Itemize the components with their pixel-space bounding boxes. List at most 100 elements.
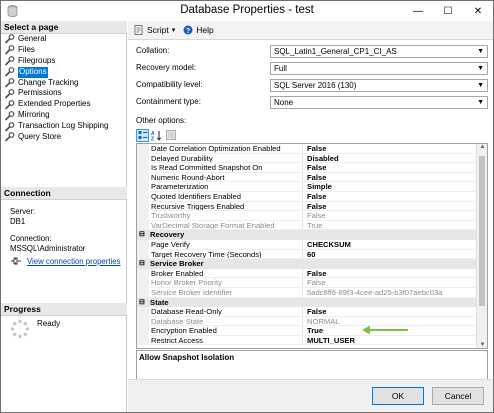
cancel-button[interactable]: Cancel: [432, 387, 484, 405]
row-gutter: [137, 239, 149, 250]
property-row[interactable]: Service Broker Identifier 5adc8ff6-89f3-4…: [137, 287, 487, 298]
property-row[interactable]: VarDecimal Storage Format Enabled True: [137, 220, 487, 231]
property-row[interactable]: Parameterization Simple: [137, 182, 487, 192]
property-value[interactable]: False: [305, 173, 477, 183]
property-row[interactable]: Database State NORMAL: [137, 316, 487, 327]
collation-label: Collation:: [136, 46, 170, 55]
property-grid-scrollbar[interactable]: ▲ ▼: [476, 144, 487, 348]
scroll-down-icon[interactable]: ▼: [477, 342, 487, 348]
property-row[interactable]: Broker Enabled False: [137, 268, 487, 279]
property-row[interactable]: Trustworthy False: [137, 211, 487, 221]
property-value[interactable]: False: [305, 163, 477, 173]
property-pages-icon: [165, 130, 176, 140]
page-item-mirroring[interactable]: Mirroring: [1, 110, 127, 121]
page-item-query-store[interactable]: Query Store: [1, 132, 127, 143]
page-item-files[interactable]: Files: [1, 45, 127, 56]
property-name: Is Read Committed Snapshot On: [150, 163, 303, 173]
property-row[interactable]: Honor Broker Priority False: [137, 278, 487, 288]
progress-status: Ready: [10, 319, 60, 339]
page-item-transaction-log-shipping[interactable]: Transaction Log Shipping: [1, 121, 127, 132]
property-category-state[interactable]: ⊟ State: [137, 297, 487, 308]
property-value[interactable]: False: [305, 307, 477, 317]
property-row[interactable]: Page Verify CHECKSUM: [137, 239, 487, 250]
collapse-icon[interactable]: ⊟: [139, 230, 145, 240]
property-row[interactable]: Delayed Durability Disabled: [137, 153, 487, 164]
property-value[interactable]: False: [305, 202, 477, 212]
compatibility-level-select[interactable]: SQL Server 2016 (130) ▼: [270, 79, 488, 92]
row-gutter: [137, 172, 149, 183]
wrench-icon: [4, 88, 15, 99]
property-row[interactable]: Date Correlation Optimization Enabled Fal…: [137, 144, 487, 154]
script-button[interactable]: Script ▾: [134, 25, 175, 35]
page-item-change-tracking[interactable]: Change Tracking: [1, 78, 127, 89]
view-connection-row[interactable]: View connection properties: [10, 256, 120, 266]
row-gutter: [137, 163, 149, 173]
property-category-label: Service Broker: [150, 259, 204, 269]
ok-button[interactable]: OK: [372, 387, 424, 405]
close-button[interactable]: ✕: [463, 1, 493, 21]
script-dropdown-icon[interactable]: ▾: [172, 26, 176, 34]
server-value: DB1: [10, 217, 26, 226]
property-value[interactable]: 60: [305, 250, 477, 260]
row-gutter: [137, 153, 149, 164]
property-name: Service Broker Identifier: [150, 287, 303, 298]
property-row[interactable]: Is Read Committed Snapshot On False: [137, 163, 487, 173]
property-grid[interactable]: Date Correlation Optimization Enabled Fal…: [136, 143, 488, 349]
collation-select[interactable]: SQL_Latin1_General_CP1_CI_AS ▼: [270, 45, 488, 58]
property-category-service-broker[interactable]: ⊟ Service Broker: [137, 259, 487, 269]
property-value[interactable]: False: [305, 211, 477, 221]
server-label: Server:: [10, 207, 36, 216]
title-bar[interactable]: Database Properties - test — ☐ ✕: [1, 1, 493, 21]
help-button[interactable]: ? Help: [183, 25, 214, 35]
categorized-sort-button[interactable]: [136, 128, 149, 142]
property-row[interactable]: Restrict Access MULTI_USER: [137, 335, 487, 346]
page-item-label: Transaction Log Shipping: [18, 121, 109, 131]
page-item-extended-properties[interactable]: Extended Properties: [1, 99, 127, 110]
page-item-options[interactable]: Options: [1, 66, 127, 78]
property-value[interactable]: False: [305, 192, 477, 202]
property-value[interactable]: False: [305, 278, 477, 288]
collapse-icon[interactable]: ⊟: [139, 259, 145, 269]
scrollbar-thumb[interactable]: [479, 156, 485, 306]
property-pages-button[interactable]: [164, 129, 177, 142]
property-value[interactable]: Disabled: [305, 154, 477, 164]
property-value[interactable]: CHECKSUM: [305, 240, 477, 250]
wrench-icon: [4, 132, 15, 143]
scroll-up-icon[interactable]: ▲: [477, 144, 487, 150]
property-name: Parameterization: [150, 182, 303, 192]
page-item-label: Options: [18, 66, 48, 78]
property-row[interactable]: Numeric Round-Abort False: [137, 172, 487, 183]
property-row[interactable]: Quoted Identifiers Enabled False: [137, 191, 487, 202]
property-value[interactable]: False: [305, 144, 477, 154]
categorized-icon: [138, 131, 147, 139]
property-value[interactable]: MULTI_USER: [305, 336, 477, 346]
property-row[interactable]: Recursive Triggers Enabled False: [137, 201, 487, 212]
property-category-label: Recovery: [150, 230, 185, 240]
property-row[interactable]: Database Read-Only False: [137, 307, 487, 317]
compatibility-level-label: Compatibility level:: [136, 80, 203, 89]
containment-type-select[interactable]: None ▼: [270, 96, 488, 109]
property-name: Quoted Identifiers Enabled: [150, 191, 303, 202]
recovery-model-row: Recovery model: Full ▼: [136, 62, 488, 75]
property-category-recovery[interactable]: ⊟ Recovery: [137, 230, 487, 240]
property-value[interactable]: 5adc8ff6-89f3-4cee-ad25-b3f07aebc03a: [305, 288, 477, 298]
page-item-permissions[interactable]: Permissions: [1, 88, 127, 99]
collapse-icon[interactable]: ⊟: [139, 298, 145, 308]
page-item-label: Permissions: [18, 88, 62, 98]
property-value[interactable]: True: [305, 221, 477, 231]
row-gutter: [137, 191, 149, 202]
alphabetical-sort-button[interactable]: A Z: [150, 129, 163, 142]
property-value[interactable]: Simple: [305, 182, 477, 192]
page-item-filegroups[interactable]: Filegroups: [1, 56, 127, 67]
page-item-general[interactable]: General: [1, 34, 127, 45]
dialog-button-bar: OK Cancel: [128, 379, 493, 412]
other-options-label: Other options:: [136, 116, 187, 125]
minimize-button[interactable]: —: [403, 1, 433, 21]
row-gutter: [137, 316, 149, 327]
view-connection-properties-link[interactable]: View connection properties: [27, 257, 120, 266]
recovery-model-select[interactable]: Full ▼: [270, 62, 488, 75]
property-row[interactable]: Encryption Enabled True: [137, 326, 487, 336]
maximize-button[interactable]: ☐: [433, 1, 463, 21]
property-value[interactable]: False: [305, 269, 477, 279]
property-row[interactable]: Target Recovery Time (Seconds) 60: [137, 249, 487, 260]
